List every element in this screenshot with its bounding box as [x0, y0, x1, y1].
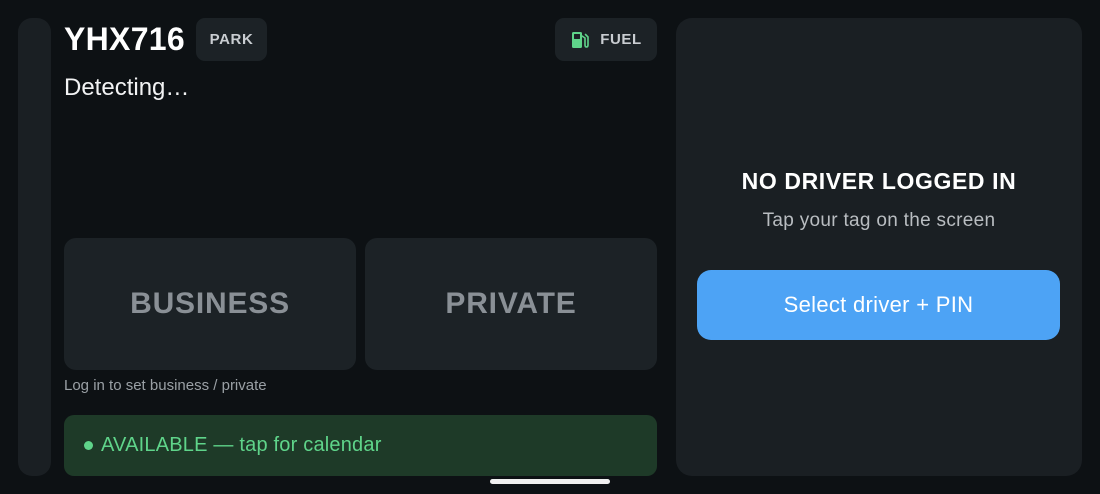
driver-status-subtitle: Tap your tag on the screen — [762, 210, 996, 231]
fuel-pump-icon — [570, 30, 590, 50]
gear-status-chip: PARK — [196, 18, 267, 61]
business-mode-label: BUSINESS — [130, 287, 290, 320]
vehicle-plate: YHX716 — [64, 21, 185, 57]
vehicle-dashboard-screen: YHX716 PARK FUEL Detecting… BUSINESS PRI… — [0, 0, 1100, 494]
side-rail[interactable] — [18, 18, 51, 476]
home-indicator[interactable] — [490, 479, 610, 484]
availability-label: AVAILABLE — tap for calendar — [101, 434, 382, 456]
select-driver-button[interactable]: Select driver + PIN — [697, 270, 1060, 340]
driver-panel: NO DRIVER LOGGED IN Tap your tag on the … — [676, 18, 1082, 476]
private-mode-label: PRIVATE — [445, 287, 577, 320]
gear-status-label: PARK — [209, 31, 254, 48]
trip-mode-hint: Log in to set business / private — [64, 377, 267, 394]
availability-dot-icon — [84, 441, 93, 450]
private-mode-button[interactable]: PRIVATE — [365, 238, 657, 370]
driver-status-title: NO DRIVER LOGGED IN — [741, 168, 1017, 194]
availability-calendar-button[interactable]: AVAILABLE — tap for calendar — [64, 415, 657, 476]
select-driver-label: Select driver + PIN — [783, 292, 974, 317]
business-mode-button[interactable]: BUSINESS — [64, 238, 356, 370]
fuel-button[interactable]: FUEL — [555, 18, 657, 61]
location-status: Detecting… — [64, 74, 190, 101]
fuel-label: FUEL — [600, 31, 642, 48]
